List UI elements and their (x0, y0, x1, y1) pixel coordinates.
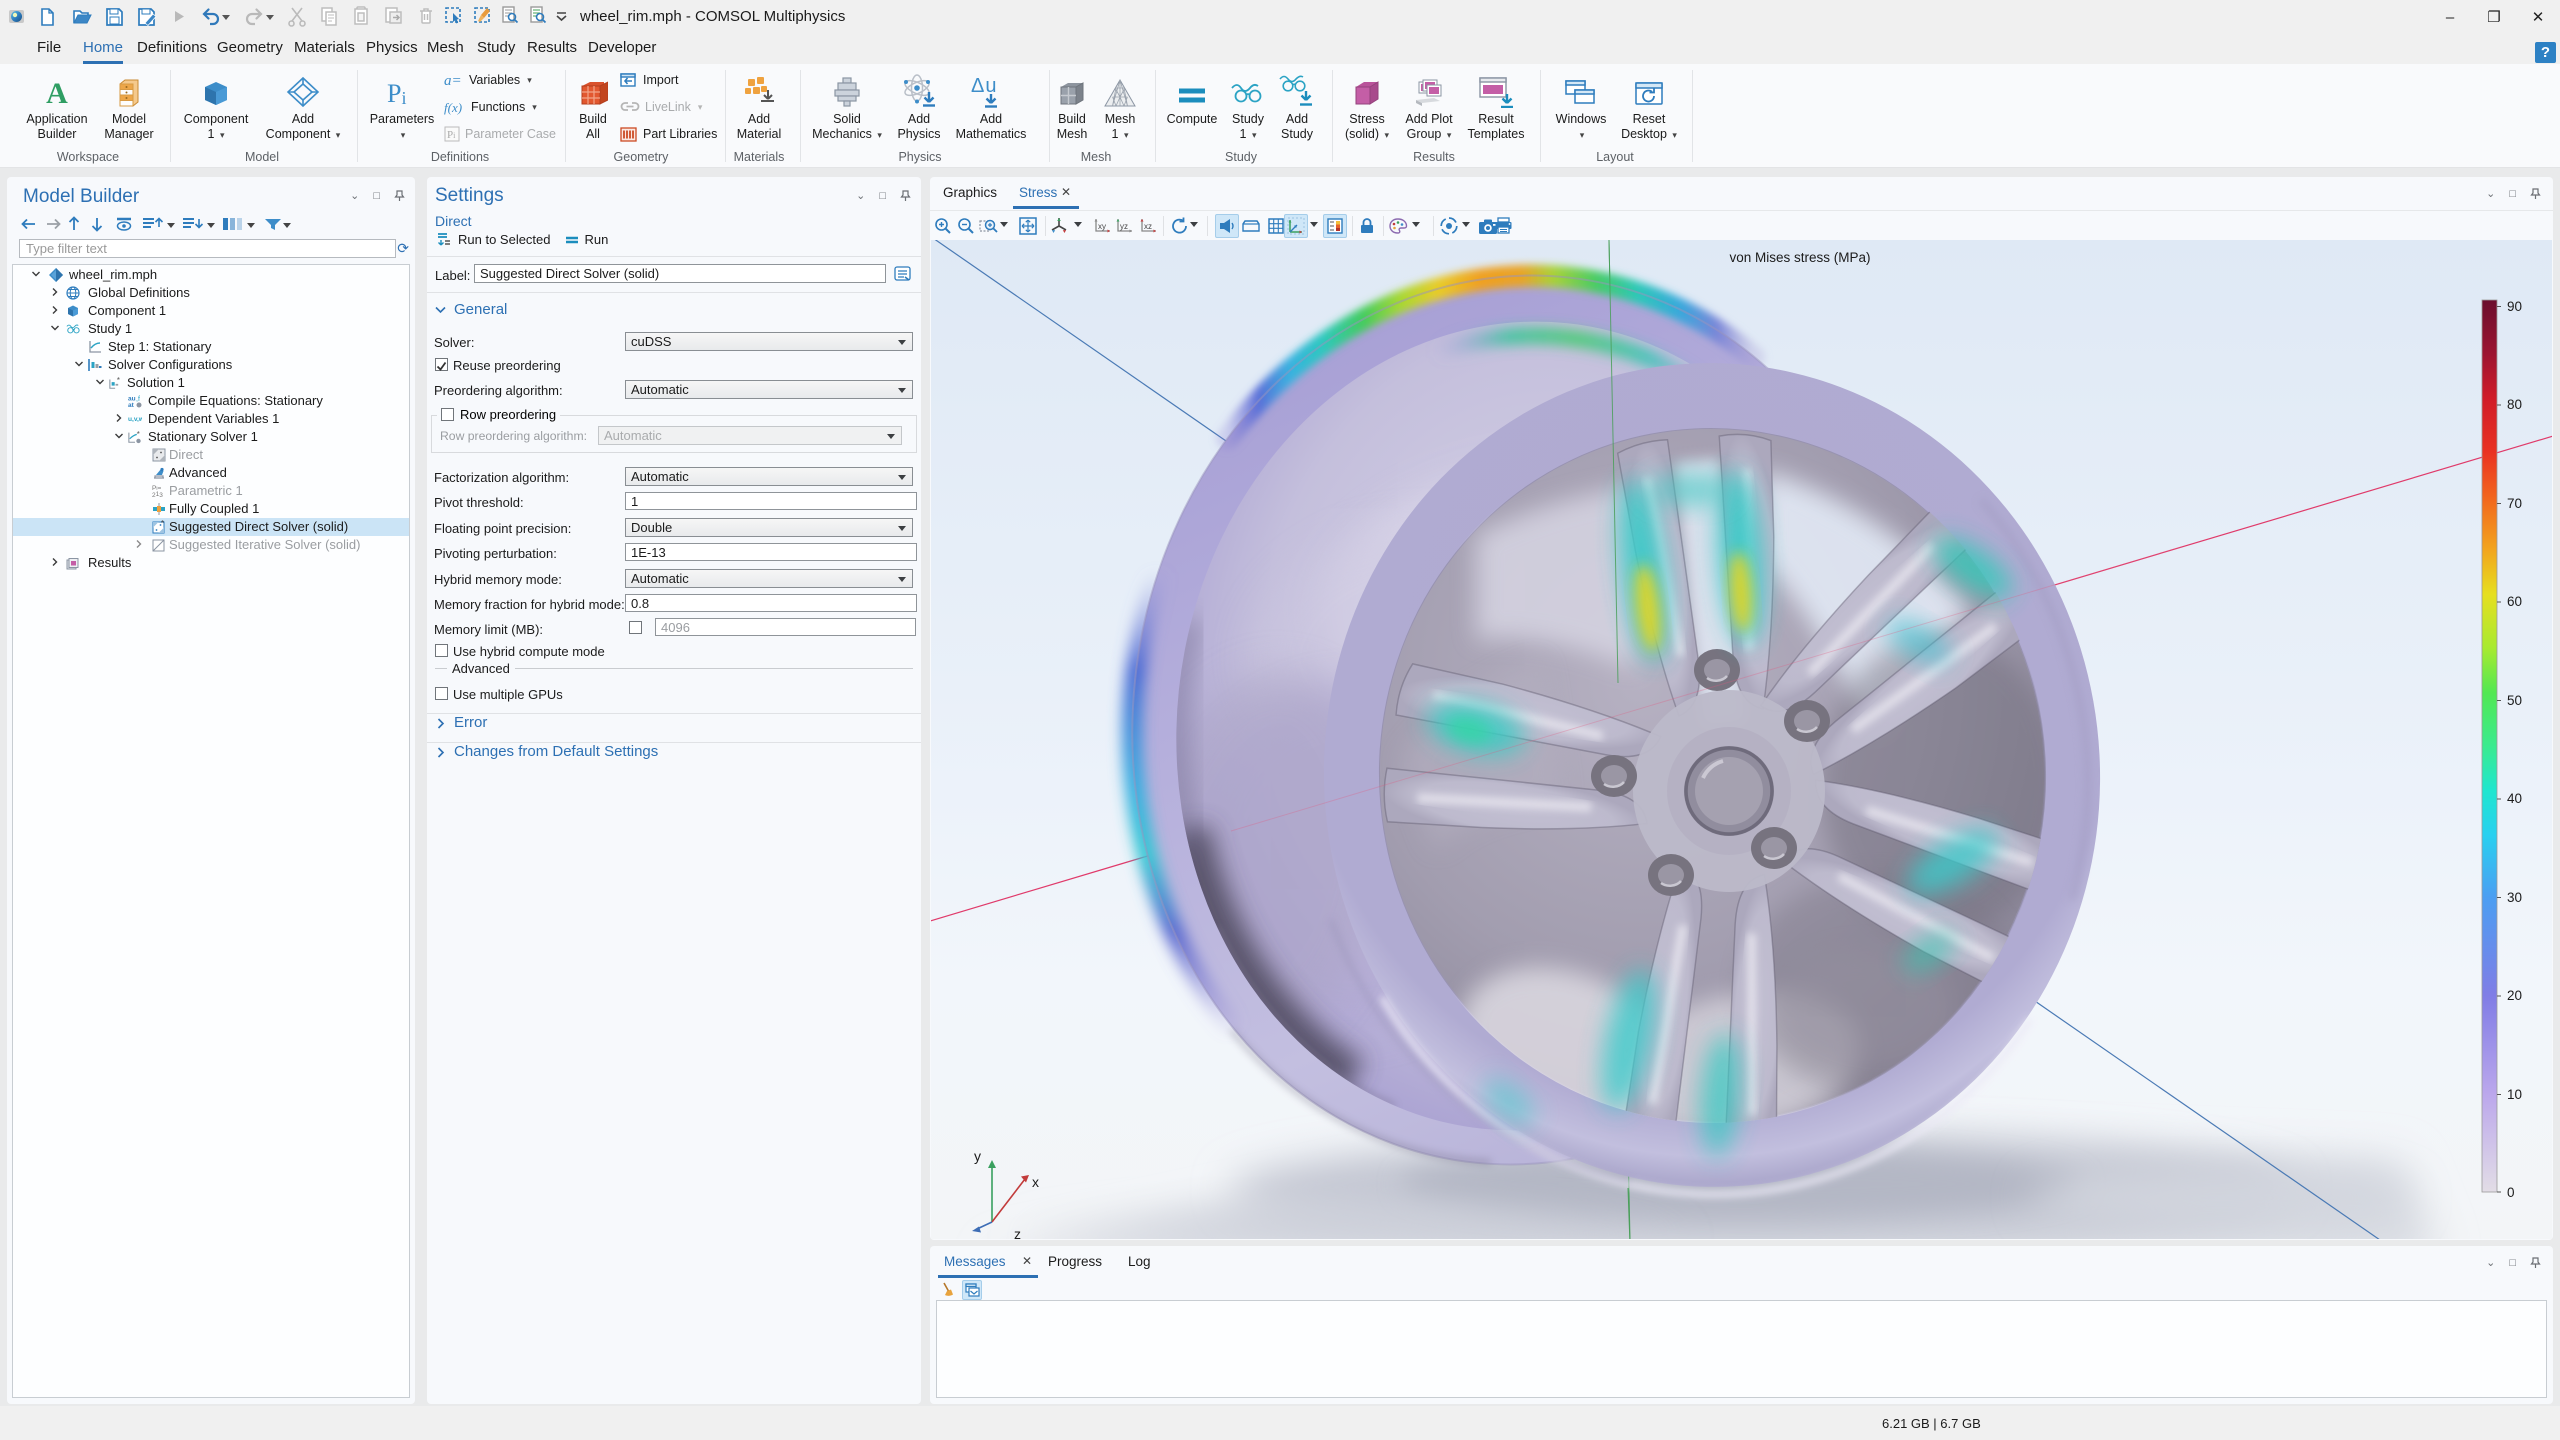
svg-text:at: at (128, 402, 135, 408)
svg-text:von Mises stress (MPa): von Mises stress (MPa) (1729, 250, 1870, 265)
svg-text:*: * (117, 376, 120, 385)
svg-text:,f: ,f (136, 396, 140, 403)
svg-text:*: * (137, 430, 140, 439)
svg-text:yz: yz (1120, 222, 1128, 231)
svg-text:*: * (161, 520, 164, 528)
svg-text:u,v,w: u,v,w (128, 416, 142, 423)
svg-text:Pi: Pi (447, 129, 456, 141)
svg-text:Pi: Pi (387, 79, 406, 108)
svg-text:20: 20 (2507, 988, 2522, 1003)
svg-text:70: 70 (2507, 496, 2522, 511)
svg-text:50: 50 (2507, 693, 2522, 708)
svg-text:xy: xy (1098, 222, 1106, 231)
svg-text:213: 213 (152, 491, 163, 498)
svg-text:x: x (1032, 1174, 1039, 1190)
svg-text:30: 30 (2507, 890, 2522, 905)
svg-text:10: 10 (2507, 1087, 2522, 1102)
svg-text:90: 90 (2507, 299, 2522, 314)
svg-text:y: y (974, 1148, 981, 1164)
svg-text:0: 0 (2507, 1185, 2515, 1200)
svg-text:xz: xz (1144, 222, 1152, 231)
svg-text:60: 60 (2507, 594, 2522, 609)
svg-text:40: 40 (2507, 791, 2522, 806)
svg-text:Δu: Δu (971, 75, 996, 97)
svg-text:f(x): f(x) (444, 100, 462, 115)
svg-text:a=: a= (444, 73, 462, 87)
svg-text:z: z (1014, 1226, 1021, 1239)
svg-text:A: A (46, 78, 68, 108)
svg-text:80: 80 (2507, 397, 2522, 412)
